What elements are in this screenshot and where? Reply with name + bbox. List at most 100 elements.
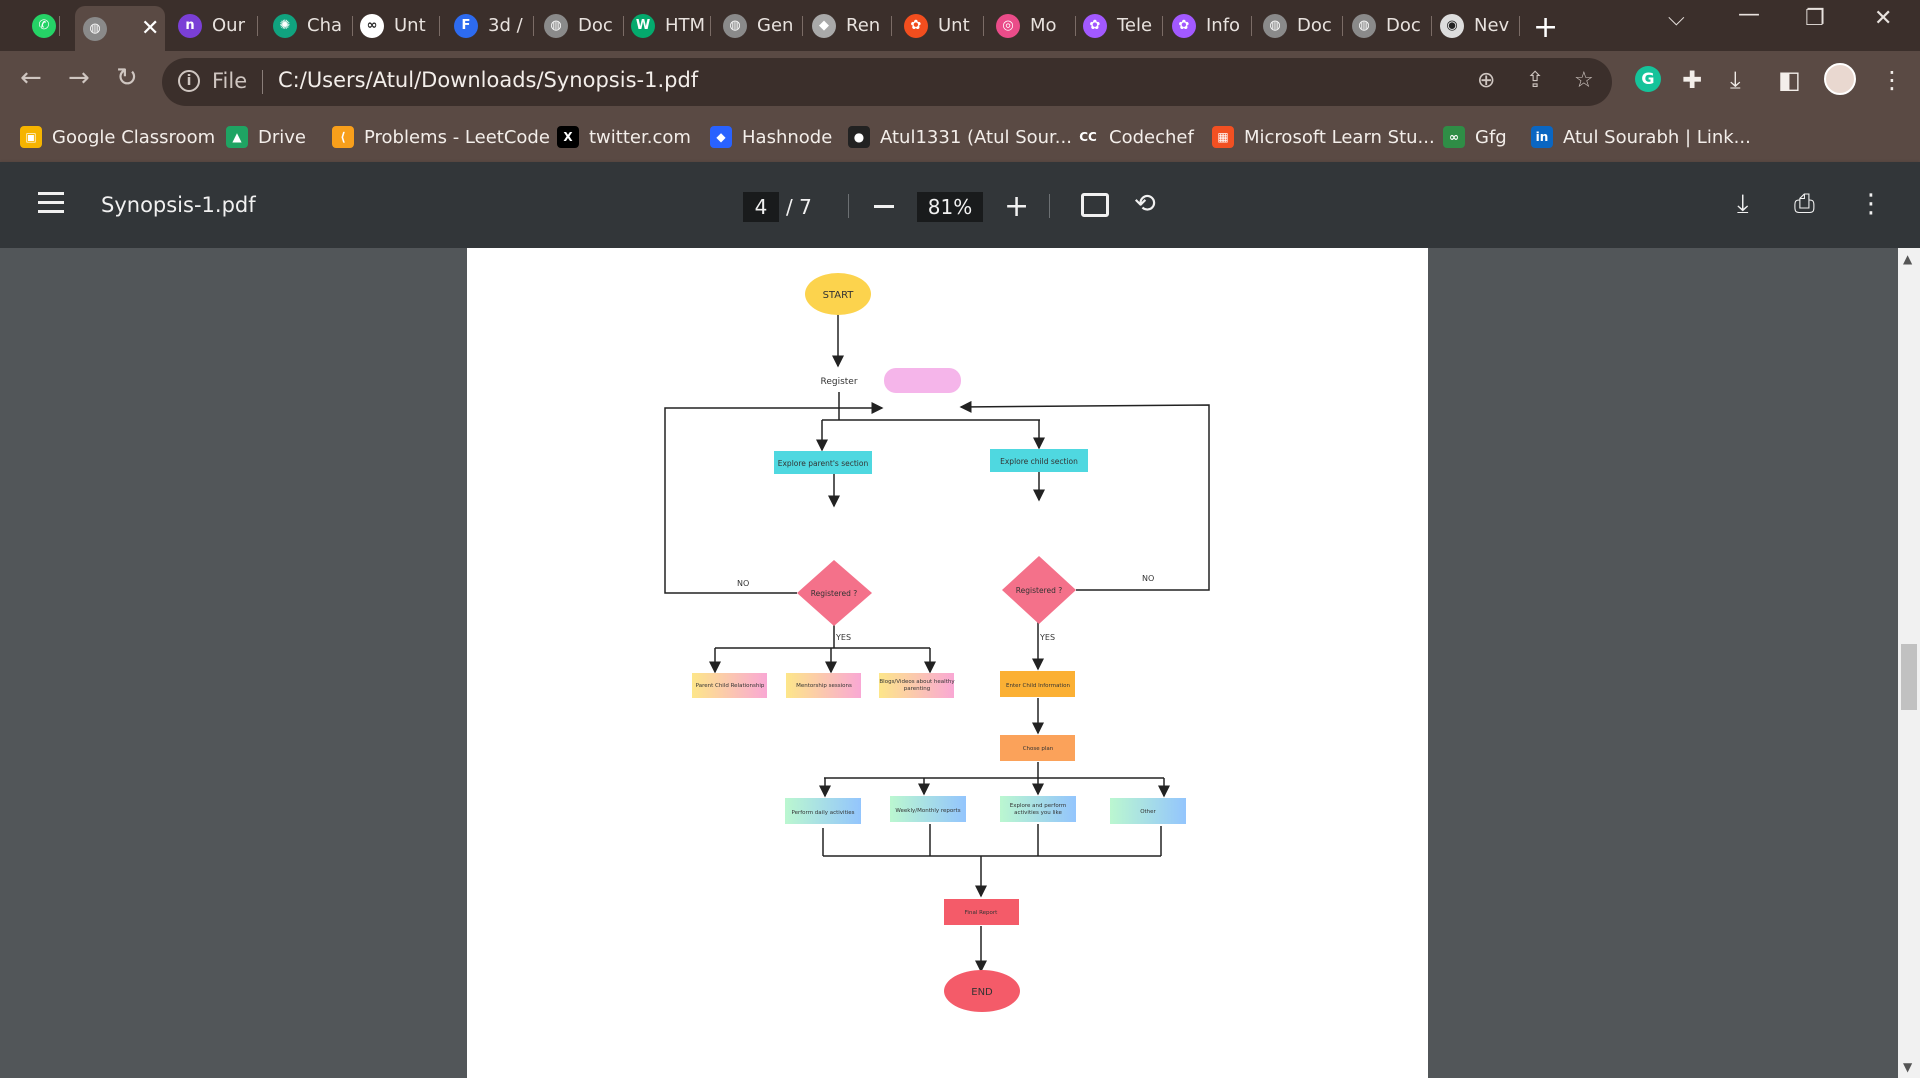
page-number-input[interactable]: 4 — [743, 192, 779, 222]
grammarly-icon[interactable]: G — [1635, 66, 1661, 92]
bookmark-item[interactable]: ▣ Google Classroom — [20, 122, 215, 152]
pdf-more-icon[interactable]: ⋮ — [1858, 189, 1884, 219]
registered-right-label: Registered ? — [1016, 586, 1062, 595]
address-bar[interactable]: i File C:/Users/Atul/Downloads/Synopsis-… — [162, 58, 1612, 106]
close-tab-icon[interactable]: ✕ — [141, 16, 159, 41]
tab-7[interactable]: W HTM — [623, 8, 711, 43]
tab-search-chevron-icon[interactable]: ⌵ — [1668, 6, 1685, 31]
bookmark-item[interactable]: ● Atul1331 (Atul Sour... — [848, 122, 1072, 152]
tab-14[interactable]: ◍ Doc — [1255, 8, 1343, 43]
tab-separator — [1342, 16, 1343, 36]
rotate-icon[interactable]: ⟲ — [1134, 189, 1156, 219]
tab-separator — [533, 16, 534, 36]
back-icon[interactable]: ← — [20, 63, 42, 93]
scroll-down-arrow-icon[interactable]: ▼ — [1903, 1060, 1912, 1074]
tab-label: Info — [1206, 15, 1241, 36]
pdf-title: Synopsis-1.pdf — [101, 193, 256, 217]
extensions-icon[interactable]: ✚ — [1682, 66, 1702, 94]
x-icon: X — [557, 126, 579, 148]
zoom-icon[interactable]: ⊕ — [1477, 68, 1495, 93]
render-icon: ◆ — [812, 13, 836, 38]
minimize-icon[interactable]: — — [1738, 2, 1760, 27]
blogs-label-line2: parenting — [904, 686, 931, 692]
pdf-menu-icon[interactable] — [38, 192, 64, 219]
codechef-icon: ∞ — [360, 13, 384, 38]
bookmark-label: twitter.com — [589, 126, 691, 148]
zoom-out-icon[interactable] — [874, 205, 894, 208]
side-panel-icon[interactable]: ◧ — [1778, 66, 1801, 94]
tab-separator — [439, 16, 440, 36]
register-node — [884, 368, 961, 393]
close-window-icon[interactable]: ✕ — [1874, 6, 1892, 31]
bookmark-item[interactable]: ▲ Drive — [226, 122, 306, 152]
njoy-icon: n — [178, 13, 202, 38]
tab-15[interactable]: ◍ Doc — [1344, 8, 1432, 43]
tab-13[interactable]: ✿ Info — [1164, 8, 1252, 43]
globe-icon: ◍ — [1352, 13, 1376, 38]
share-icon[interactable]: ⇪ — [1526, 68, 1544, 93]
parent-child-relationship-label: Parent Child Relationship — [696, 683, 765, 689]
tab-3[interactable]: ✺ Cha — [265, 8, 353, 43]
dribbble-icon: ◎ — [996, 13, 1020, 38]
w3schools-icon: W — [631, 13, 655, 38]
scroll-up-arrow-icon[interactable]: ▲ — [1903, 252, 1912, 266]
bookmark-label: Problems - LeetCode — [364, 126, 550, 148]
download-icon[interactable]: ⤓ — [1730, 66, 1741, 94]
print-icon[interactable]: ⎙ — [1794, 189, 1815, 220]
bookmark-item[interactable]: CC Codechef — [1077, 122, 1194, 152]
browser-menu-icon[interactable]: ⋮ — [1880, 66, 1904, 94]
tab-separator — [257, 16, 258, 36]
tab-6[interactable]: ◍ Doc — [536, 8, 624, 43]
vertical-scrollbar[interactable]: ▲ ▼ — [1898, 248, 1920, 1078]
tab-10[interactable]: ✿ Unt — [896, 8, 984, 43]
pdf-viewer[interactable]: START Register Explore parent's section … — [0, 248, 1920, 1078]
bookmark-item[interactable]: Xtwitter.com — [557, 122, 691, 152]
tab-label: Unt — [394, 15, 426, 36]
figma-icon: ✿ — [1172, 13, 1196, 38]
globe-icon: ◍ — [723, 13, 747, 38]
bookmark-label: Drive — [258, 126, 306, 148]
address-url[interactable]: C:/Users/Atul/Downloads/Synopsis-1.pdf — [278, 68, 698, 92]
bookmark-label: Codechef — [1109, 126, 1194, 148]
tab-separator — [983, 16, 984, 36]
tab-16[interactable]: ◉ Nev — [1432, 8, 1520, 43]
pdf-download-icon[interactable]: ⤓ — [1737, 189, 1749, 220]
tab-2[interactable]: n Our — [170, 8, 258, 43]
bookmark-item[interactable]: in Atul Sourabh | Link... — [1531, 122, 1751, 152]
tab-label: HTM — [665, 15, 706, 36]
scroll-thumb[interactable] — [1901, 644, 1917, 710]
daily-activities-label: Perform daily activities — [791, 810, 854, 816]
restore-icon[interactable]: ❐ — [1805, 6, 1825, 31]
zoom-input[interactable]: 81% — [917, 192, 983, 222]
bookmark-star-icon[interactable]: ☆ — [1574, 68, 1594, 93]
tab-label: Doc — [1386, 15, 1421, 36]
tab-label: Doc — [578, 15, 613, 36]
tab-0[interactable]: ✆ — [24, 8, 60, 43]
profile-avatar[interactable] — [1824, 63, 1856, 95]
tab-1[interactable]: ◍ ✕ — [75, 6, 165, 51]
explore-activities-node — [1000, 796, 1076, 822]
pdf-toolbar: Synopsis-1.pdf 4 / 7 81% + ⟲ ⤓ ⎙ ⋮ — [0, 162, 1920, 248]
bookmark-item[interactable]: ◆ Hashnode — [710, 122, 832, 152]
tab-8[interactable]: ◍ Gen — [715, 8, 803, 43]
reload-icon[interactable]: ↻ — [116, 63, 138, 93]
tab-12[interactable]: ✿ Tele — [1075, 8, 1163, 43]
site-info-icon[interactable]: i — [178, 70, 200, 92]
toolbar-divider — [848, 194, 849, 218]
tab-5[interactable]: F 3d / — [446, 8, 534, 43]
zoom-in-icon[interactable]: + — [1004, 189, 1029, 224]
bookmark-label: Microsoft Learn Stu... — [1244, 126, 1435, 148]
fit-page-icon[interactable] — [1081, 193, 1109, 217]
bookmark-item[interactable]: ▦ Microsoft Learn Stu... — [1212, 122, 1435, 152]
other-label: Other — [1140, 809, 1156, 815]
github-icon: ● — [848, 126, 870, 148]
tab-separator — [1519, 16, 1520, 36]
bookmark-item[interactable]: ∞ Gfg — [1443, 122, 1507, 152]
bookmark-item[interactable]: ⟨ Problems - LeetCode — [332, 122, 550, 152]
tab-4[interactable]: ∞ Unt — [352, 8, 440, 43]
tab-9[interactable]: ◆ Ren — [804, 8, 892, 43]
microsoft-icon: ▦ — [1212, 126, 1234, 148]
tab-11[interactable]: ◎ Mo — [988, 8, 1076, 43]
forward-icon[interactable]: → — [68, 63, 90, 93]
new-tab-button[interactable]: + — [1533, 10, 1558, 45]
